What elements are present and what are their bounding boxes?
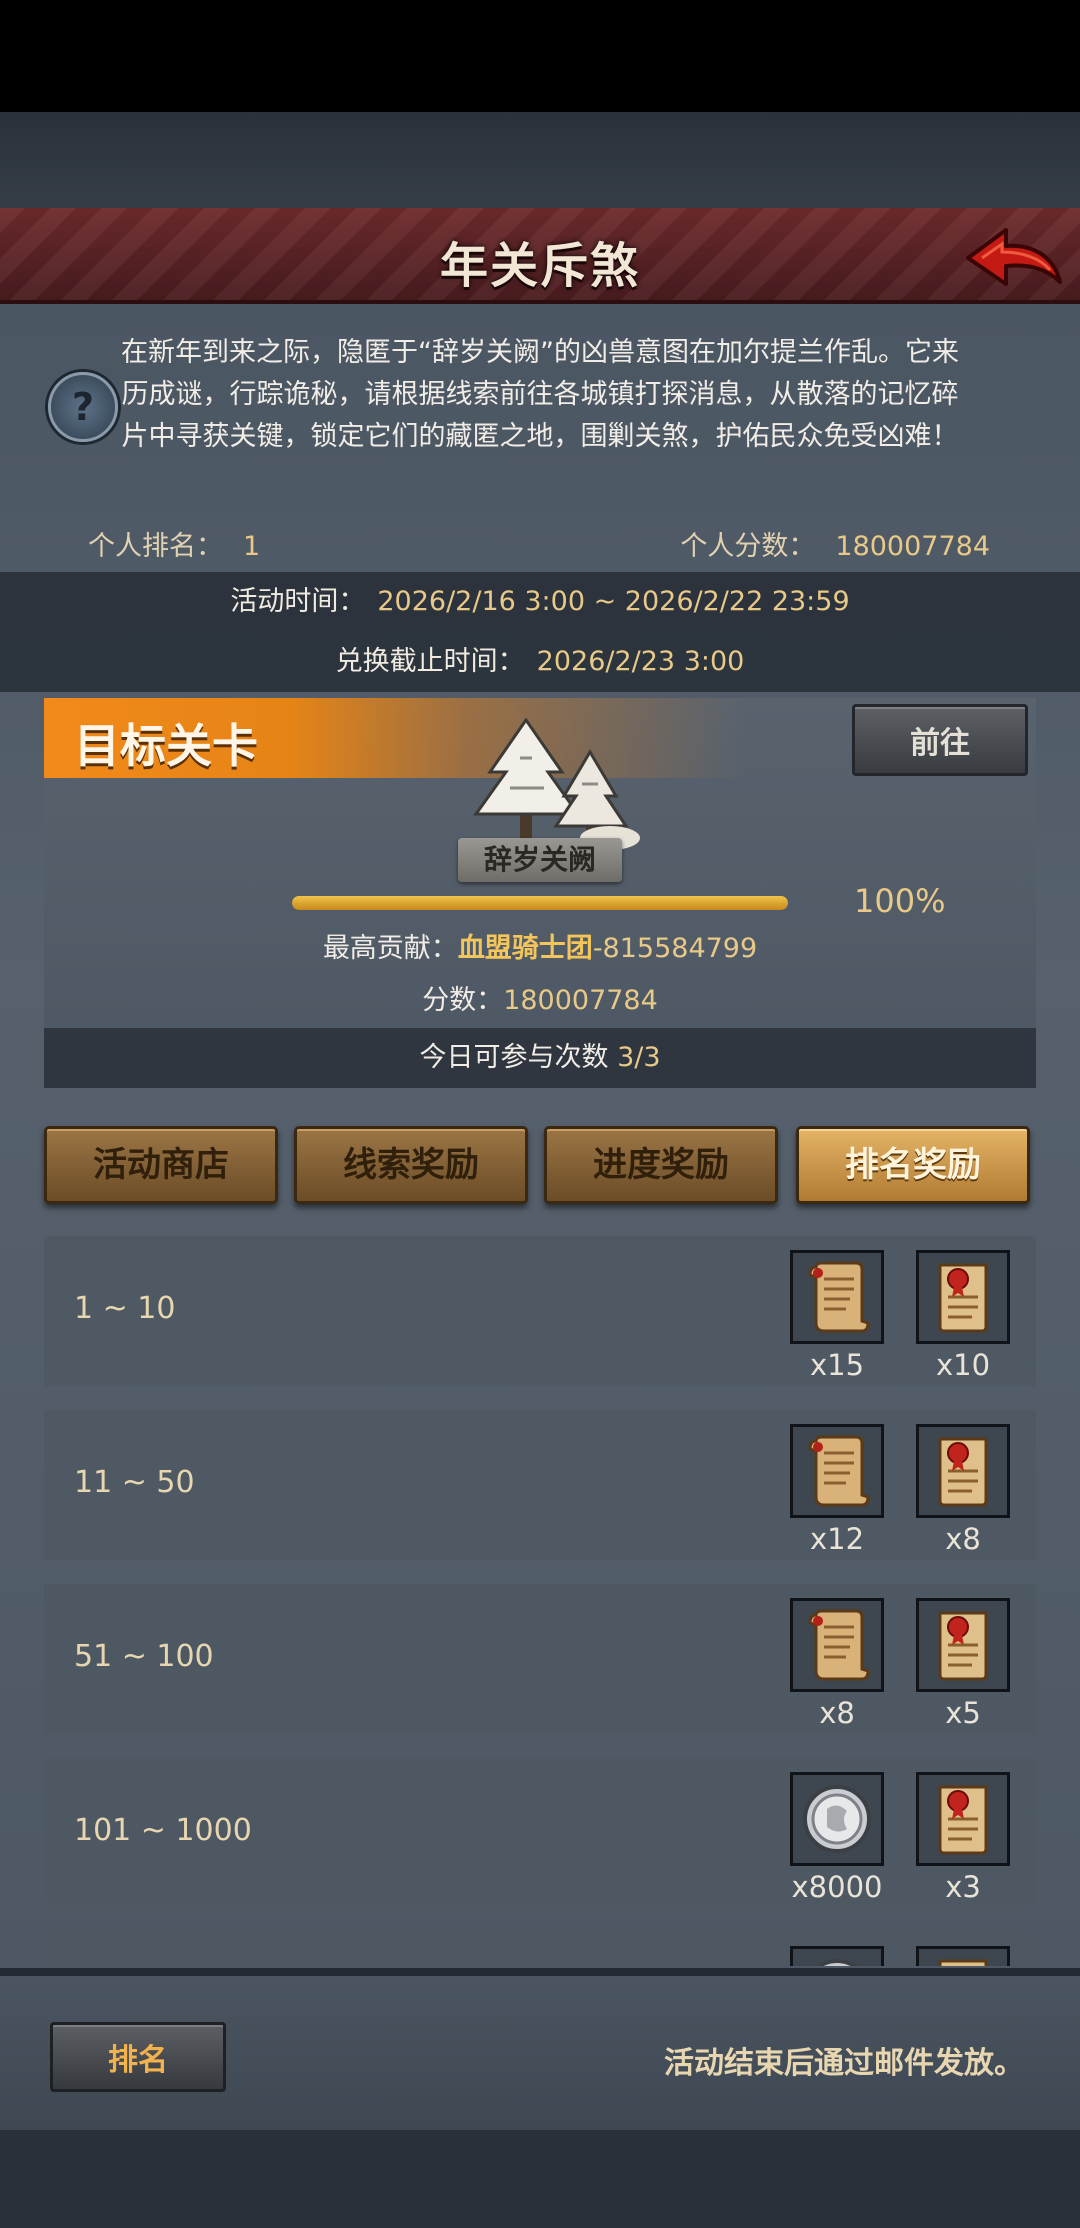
stage-name: 辞岁关阙 bbox=[458, 838, 622, 882]
reward-count: x8 bbox=[819, 1696, 855, 1730]
personal-score-label: 个人分数： bbox=[680, 531, 816, 562]
status-bar bbox=[0, 0, 1080, 112]
personal-rank: 个人排名： 1 bbox=[88, 524, 260, 563]
tab-rank-rewards[interactable]: 排名奖励 bbox=[796, 1126, 1030, 1204]
attempts-label: 今日可参与次数 bbox=[419, 1042, 609, 1073]
reward-item[interactable]: x12 bbox=[790, 1424, 884, 1556]
reward-count: x5 bbox=[945, 1696, 981, 1730]
rank-range: 1 ~ 10 bbox=[74, 1291, 176, 1326]
event-time-bar: 活动时间： 2026/2/16 3:00 ~ 2026/2/22 23:59 bbox=[0, 572, 1080, 632]
tab-event-shop[interactable]: 活动商店 bbox=[44, 1126, 278, 1204]
event-time-label: 活动时间： bbox=[230, 586, 366, 617]
stage-progress-text: 100% bbox=[854, 882, 946, 920]
target-title: 目标关卡 bbox=[74, 719, 258, 773]
rank-reward-row: 101 ~ 1000 x8000 x3 bbox=[44, 1758, 1036, 1908]
personal-score: 个人分数： 180007784 bbox=[680, 524, 990, 563]
ranking-button[interactable]: 排名 bbox=[50, 2022, 226, 2092]
help-icon[interactable]: ? bbox=[48, 372, 118, 442]
stage-progress-bar bbox=[292, 896, 788, 910]
mail-delivery-note: 活动结束后通过邮件发放。 bbox=[664, 2046, 1024, 2081]
reward-item[interactable] bbox=[916, 1946, 1010, 1966]
sealed-letter-icon bbox=[916, 1250, 1010, 1344]
reward-item[interactable]: x10 bbox=[916, 1250, 1010, 1382]
reward-item[interactable] bbox=[790, 1946, 884, 1966]
reward-item[interactable]: x15 bbox=[790, 1250, 884, 1382]
page-title: 年关斥煞 bbox=[439, 238, 640, 294]
reward-count: x3 bbox=[945, 1870, 981, 1904]
rank-range: 101 ~ 1000 bbox=[74, 1813, 252, 1848]
top-contrib-label: 最高贡献： bbox=[322, 933, 458, 964]
event-description: 在新年到来之际，隐匿于“辞岁关阙”的凶兽意图在加尔提兰作乱。它来历成谜，行踪诡秘… bbox=[121, 337, 959, 452]
reward-count: x15 bbox=[809, 1348, 865, 1382]
goto-button[interactable]: 前往 bbox=[852, 704, 1028, 776]
stage-progress-fill bbox=[292, 896, 788, 910]
bottom-bar: 排名 活动结束后通过邮件发放。 bbox=[0, 1968, 1080, 2130]
scroll-icon bbox=[790, 1598, 884, 1692]
reward-count: x10 bbox=[935, 1348, 991, 1382]
sealed-letter-icon bbox=[916, 1424, 1010, 1518]
back-arrow-button[interactable] bbox=[962, 222, 1066, 302]
personal-rank-value: 1 bbox=[243, 531, 261, 562]
personal-rank-label: 个人排名： bbox=[88, 531, 223, 562]
top-spacer bbox=[0, 112, 1080, 212]
daily-attempts-bar: 今日可参与次数 3/3 bbox=[44, 1028, 1036, 1088]
personal-score-value: 180007784 bbox=[835, 531, 990, 562]
sealed-letter-icon bbox=[916, 1772, 1010, 1866]
tab-progress-rewards[interactable]: 进度奖励 bbox=[544, 1126, 778, 1204]
reward-item[interactable]: x5 bbox=[916, 1598, 1010, 1730]
rank-reward-row-partial bbox=[44, 1932, 1036, 1966]
snowy-forest-icon bbox=[473, 718, 640, 850]
silver-coin-icon bbox=[790, 1772, 884, 1866]
reward-item[interactable]: x8000 bbox=[790, 1772, 884, 1904]
back-arrow-icon bbox=[966, 228, 1062, 286]
stage-score-value: 180007784 bbox=[503, 985, 658, 1016]
exchange-deadline-value: 2026/2/23 3:00 bbox=[536, 646, 745, 677]
silver-coin-icon bbox=[790, 1946, 884, 1966]
target-stage-panel: 目标关卡 前往 辞岁关阙 100% 最高贡献：血盟骑士团-815584799 分… bbox=[44, 698, 1036, 1088]
reward-count: x8000 bbox=[791, 1870, 883, 1904]
stage-score: 分数：180007784 bbox=[44, 978, 1036, 1017]
reward-count: x12 bbox=[809, 1522, 865, 1556]
bottom-spacer bbox=[0, 2130, 1080, 2228]
rank-reward-row: 51 ~ 100 x8 x5 bbox=[44, 1584, 1036, 1734]
event-time-value: 2026/2/16 3:00 ~ 2026/2/22 23:59 bbox=[377, 586, 850, 617]
sealed-letter-icon bbox=[916, 1946, 1010, 1966]
rank-range: 11 ~ 50 bbox=[74, 1465, 195, 1500]
attempts-value: 3/3 bbox=[617, 1042, 661, 1073]
scroll-icon bbox=[790, 1424, 884, 1518]
rank-reward-row: 1 ~ 10 x15 x10 bbox=[44, 1236, 1036, 1386]
reward-count: x8 bbox=[945, 1522, 981, 1556]
exchange-deadline-bar: 兑换截止时间： 2026/2/23 3:00 bbox=[0, 632, 1080, 692]
top-contribution: 最高贡献：血盟骑士团-815584799 bbox=[44, 926, 1036, 965]
stage-score-label: 分数： bbox=[422, 985, 504, 1016]
reward-tabs: 活动商店 线索奖励 进度奖励 排名奖励 bbox=[44, 1126, 1036, 1206]
rank-reward-row: 11 ~ 50 x12 x8 bbox=[44, 1410, 1036, 1560]
top-contrib-guild: 血盟骑士团 bbox=[457, 933, 593, 964]
reward-item[interactable]: x8 bbox=[916, 1424, 1010, 1556]
reward-item[interactable]: x8 bbox=[790, 1598, 884, 1730]
exchange-deadline-label: 兑换截止时间： bbox=[335, 646, 525, 677]
rank-reward-list[interactable]: 1 ~ 10 x15 x10 11 ~ 50 x12 x8 51 ~ 100 x… bbox=[44, 1236, 1036, 1966]
title-banner: 年关斥煞 bbox=[0, 208, 1080, 304]
tab-clue-rewards[interactable]: 线索奖励 bbox=[294, 1126, 528, 1204]
sealed-letter-icon bbox=[916, 1598, 1010, 1692]
scroll-icon bbox=[790, 1250, 884, 1344]
reward-item[interactable]: x3 bbox=[916, 1772, 1010, 1904]
top-contrib-value: -815584799 bbox=[592, 933, 758, 964]
rank-range: 51 ~ 100 bbox=[74, 1639, 214, 1674]
